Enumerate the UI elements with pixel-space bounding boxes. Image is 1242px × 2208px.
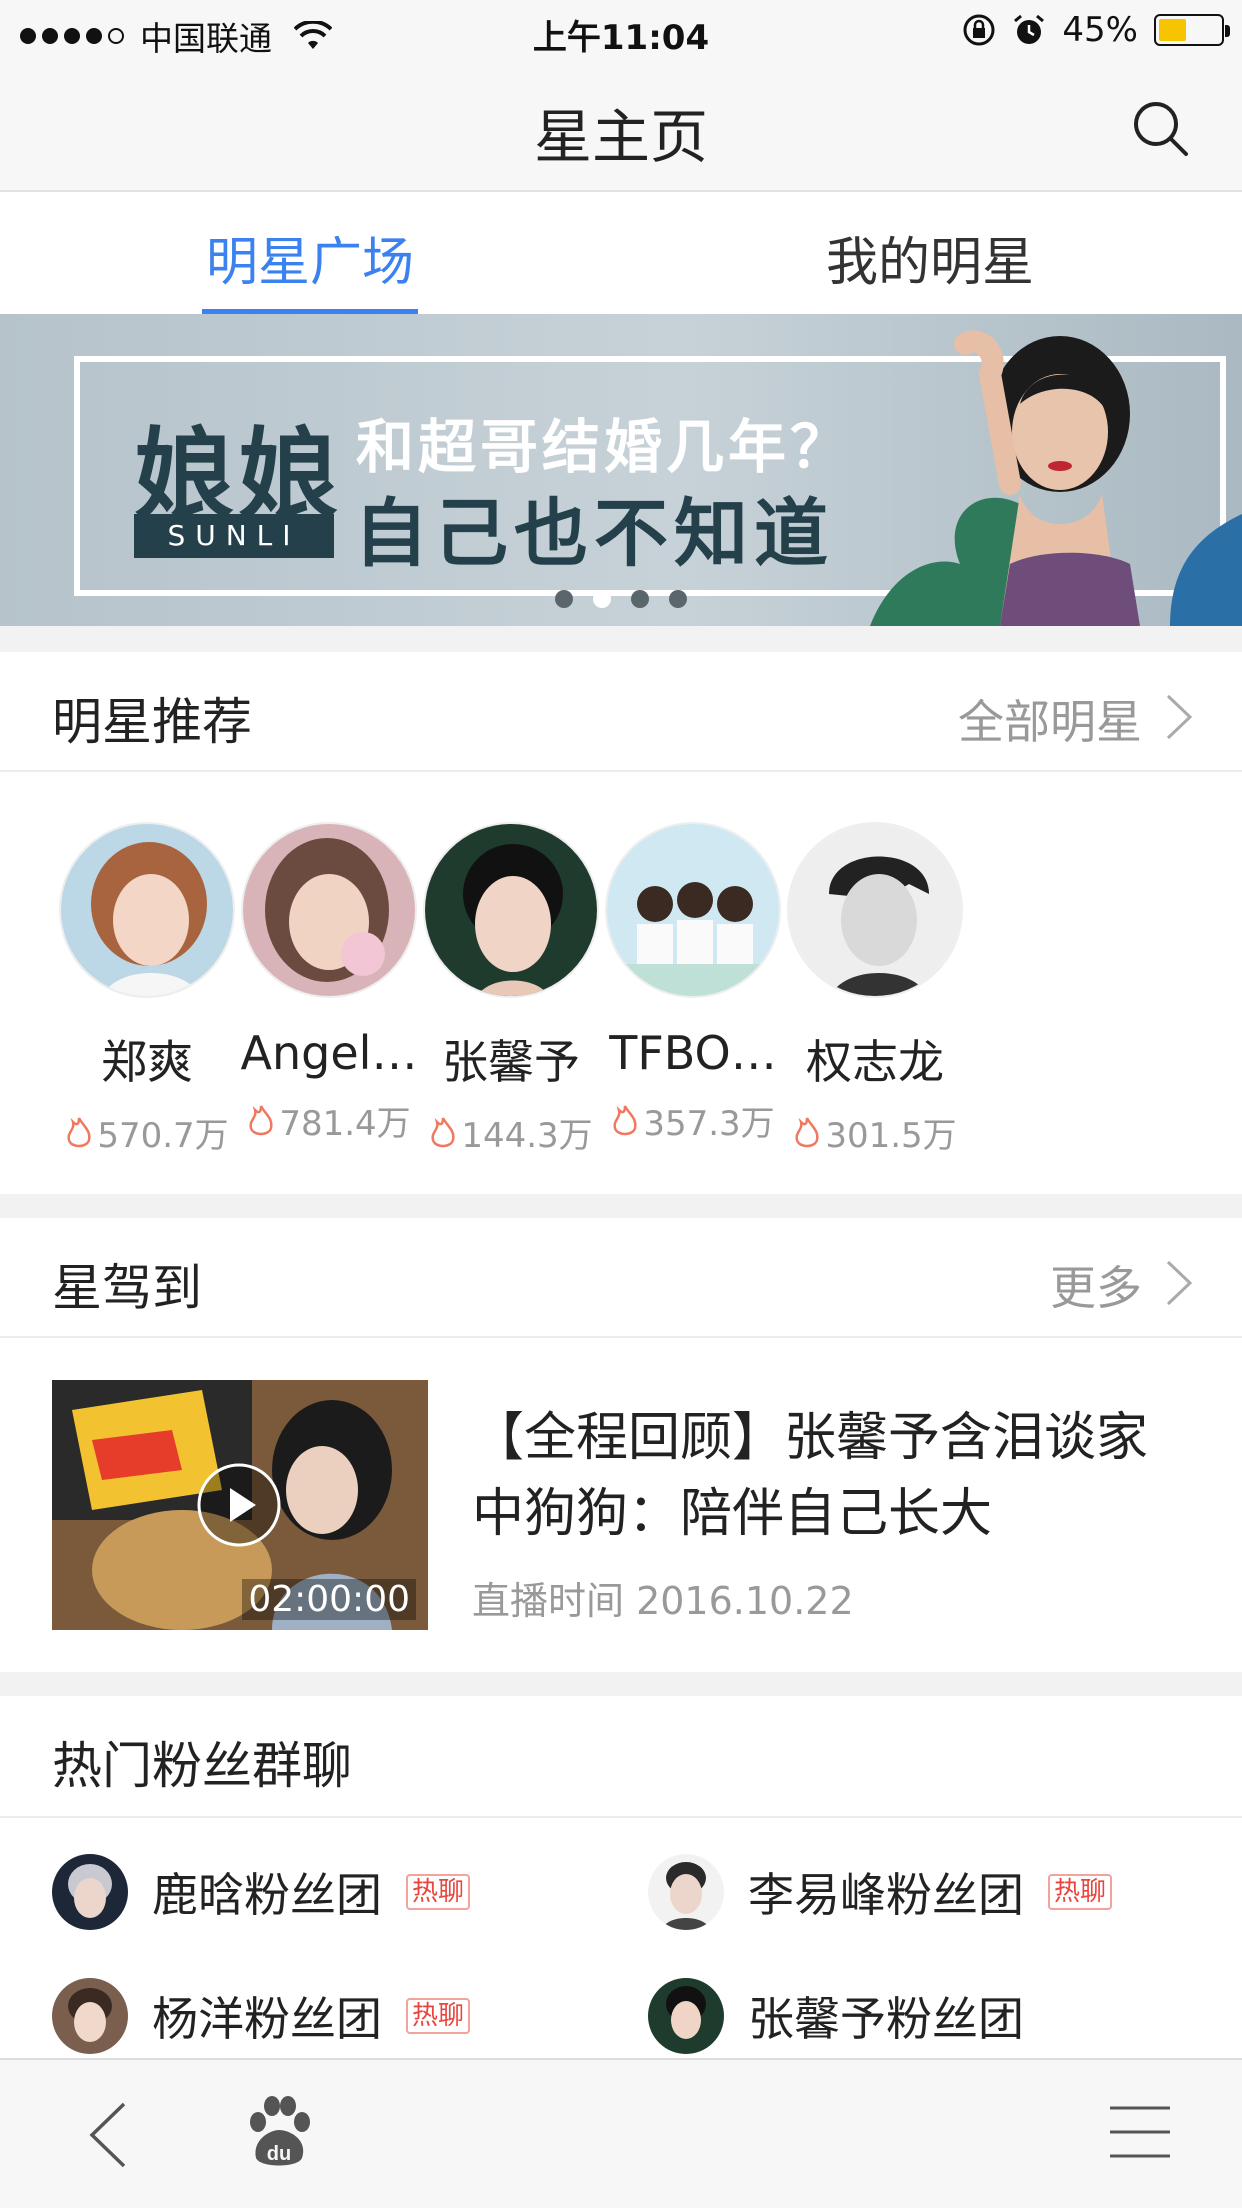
banner-carousel[interactable]: 娘娘 SUNLI 和超哥结婚几年？ 自己也不知道 bbox=[0, 314, 1242, 626]
banner-line1: 和超哥结婚几年？ bbox=[356, 413, 853, 481]
hot-badge: 热聊 bbox=[406, 1998, 471, 2034]
search-icon[interactable] bbox=[1128, 96, 1192, 160]
section-title: 明星推荐 bbox=[52, 693, 252, 751]
section-header-live: 星驾到 更多 bbox=[0, 1218, 1242, 1338]
section-header-fans: 热门粉丝群聊 bbox=[0, 1696, 1242, 1818]
more-link[interactable]: 更多 bbox=[1050, 1252, 1142, 1318]
carousel-dot bbox=[555, 590, 573, 608]
fan-group-name: 鹿晗粉丝团 bbox=[152, 1868, 382, 1922]
carousel-dot bbox=[593, 590, 611, 608]
fan-group-name: 李易峰粉丝团 bbox=[748, 1868, 1024, 1922]
banner-tag: SUNLI bbox=[134, 514, 334, 558]
star-list: 郑爽 570.7万 Angel… 781.4万 张馨予 144.3万 TFBO… bbox=[0, 772, 1242, 1194]
fan-group-name: 张馨予粉丝团 bbox=[748, 1992, 1024, 2046]
bottom-toolbar: du bbox=[0, 2058, 1242, 2208]
flame-icon bbox=[67, 1116, 91, 1147]
flame-icon bbox=[795, 1116, 819, 1147]
tab-star-plaza[interactable]: 明星广场 bbox=[202, 192, 418, 314]
battery-fill bbox=[1159, 19, 1186, 41]
star-name: 权志龙 bbox=[806, 1035, 944, 1089]
avatar bbox=[787, 822, 963, 998]
divider bbox=[0, 1672, 1242, 1696]
status-right: 45% bbox=[962, 10, 1230, 50]
divider bbox=[0, 1194, 1242, 1218]
video-broadcast-time: 直播时间 2016.10.22 bbox=[472, 1579, 854, 1623]
chevron-right-icon[interactable] bbox=[1164, 692, 1194, 742]
page-title: 星主页 bbox=[533, 103, 708, 171]
section-header-stars: 明星推荐 全部明星 bbox=[0, 652, 1242, 772]
heat-value: 301.5万 bbox=[825, 1116, 957, 1156]
all-stars-link[interactable]: 全部明星 bbox=[958, 686, 1142, 752]
fan-group-item[interactable]: 张馨予粉丝团 bbox=[648, 1976, 1024, 2056]
video-duration: 02:00:00 bbox=[242, 1579, 416, 1620]
carousel-dot bbox=[669, 590, 687, 608]
fan-group-name: 杨洋粉丝团 bbox=[152, 1992, 382, 2046]
play-icon[interactable] bbox=[196, 1462, 282, 1548]
carousel-indicator bbox=[0, 590, 1242, 608]
alarm-icon bbox=[1014, 14, 1045, 44]
chevron-right-icon[interactable] bbox=[1164, 1258, 1194, 1308]
fan-group-list: 鹿晗粉丝团 热聊 李易峰粉丝团 热聊 杨洋粉丝团 热聊 张馨予粉丝团 bbox=[0, 1818, 1242, 2058]
baidu-paw-icon[interactable]: du bbox=[244, 2096, 314, 2170]
svg-text:du: du bbox=[267, 2143, 291, 2165]
hot-badge: 热聊 bbox=[406, 1874, 471, 1910]
menu-icon[interactable] bbox=[1108, 2104, 1172, 2160]
section-title: 星驾到 bbox=[52, 1259, 202, 1317]
orientation-lock-icon bbox=[963, 14, 995, 46]
hot-badge: 热聊 bbox=[1048, 1874, 1113, 1910]
banner-line2: 自己也不知道 bbox=[354, 491, 834, 577]
video-item[interactable]: 02:00:00 【全程回顾】张馨予含泪谈家中狗狗：陪伴自己长大 直播时间 20… bbox=[0, 1338, 1242, 1672]
video-title[interactable]: 【全程回顾】张馨予含泪谈家中狗狗：陪伴自己长大 bbox=[472, 1400, 1192, 1552]
status-bar: 中国联通 上午11:04 45% bbox=[0, 0, 1242, 62]
video-thumbnail[interactable]: 02:00:00 bbox=[52, 1380, 428, 1630]
flame-icon bbox=[249, 1104, 273, 1135]
star-heat: 301.5万 bbox=[746, 1108, 1004, 1157]
back-icon[interactable] bbox=[86, 2100, 130, 2170]
flame-icon bbox=[613, 1104, 637, 1135]
carousel-dot bbox=[631, 590, 649, 608]
fan-group-item[interactable]: 鹿晗粉丝团 热聊 bbox=[52, 1852, 471, 1932]
battery-icon bbox=[1154, 14, 1230, 46]
star-item[interactable]: 权志龙 301.5万 bbox=[746, 822, 1004, 1157]
banner-celebrity-photo bbox=[870, 330, 1242, 626]
nav-bar: 星主页 bbox=[0, 62, 1242, 192]
tab-my-stars[interactable]: 我的明星 bbox=[820, 192, 1040, 314]
avatar bbox=[52, 1854, 128, 1930]
tab-bar: 明星广场 我的明星 bbox=[0, 192, 1242, 314]
avatar bbox=[52, 1978, 128, 2054]
avatar bbox=[648, 1978, 724, 2054]
divider bbox=[0, 626, 1242, 652]
fan-group-item[interactable]: 李易峰粉丝团 热聊 bbox=[648, 1852, 1113, 1932]
section-title: 热门粉丝群聊 bbox=[52, 1737, 352, 1795]
battery-percent: 45% bbox=[1062, 10, 1138, 50]
avatar bbox=[648, 1854, 724, 1930]
fan-group-item[interactable]: 杨洋粉丝团 热聊 bbox=[52, 1976, 471, 2056]
flame-icon bbox=[431, 1116, 455, 1147]
